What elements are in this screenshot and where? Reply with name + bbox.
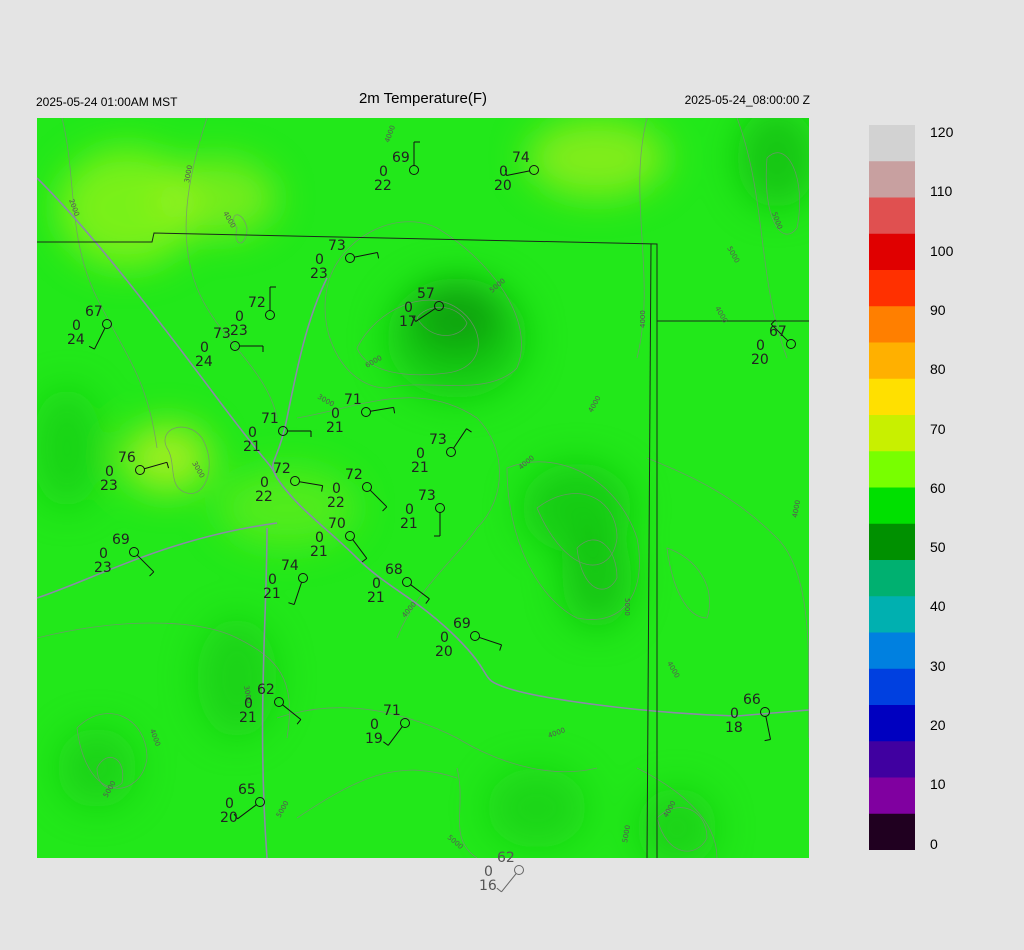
station-dewpoint: 21: [310, 544, 328, 560]
colorbar-segment: [869, 813, 915, 850]
colorbar-segment: [869, 632, 915, 670]
station-temp: 70: [328, 516, 346, 532]
station-dewpoint: 21: [263, 586, 281, 602]
colorbar-tick-label: 110: [930, 183, 953, 200]
colorbar-segment: [869, 451, 915, 488]
colorbar-segment: [869, 777, 915, 815]
contour-label: 4000: [639, 310, 647, 328]
station-temp: 72: [345, 467, 363, 483]
station-temp: 73: [213, 326, 231, 342]
colorbar-segment: [869, 161, 915, 198]
station-dewpoint: 23: [310, 266, 328, 282]
station-dewpoint: 21: [239, 710, 257, 726]
colorbar-segment: [869, 560, 915, 597]
station-dewpoint: 21: [367, 590, 385, 606]
colorbar-segment: [869, 741, 915, 778]
station-dewpoint: 23: [100, 478, 118, 494]
temperature-colorbar: [869, 125, 915, 850]
station-dewpoint: 20: [494, 178, 512, 194]
colorbar-tick-label: 20: [930, 717, 946, 733]
station-temp: 69: [392, 150, 410, 166]
station-temp: 73: [328, 238, 346, 254]
station-temp: 73: [429, 432, 447, 448]
station-temp: 74: [512, 150, 530, 166]
colorbar-segment: [869, 197, 915, 235]
station-temp: 69: [112, 532, 130, 548]
station-dewpoint: 20: [220, 810, 238, 826]
station-temp: 67: [85, 304, 103, 320]
station-dewpoint: 20: [751, 352, 769, 368]
station-dewpoint: 23: [230, 323, 248, 339]
colorbar-segment: [869, 233, 915, 271]
station-dewpoint: 22: [255, 489, 273, 505]
colorbar-segment: [869, 596, 915, 633]
colorbar-tick-label: 90: [930, 301, 946, 318]
station-temp: 62: [497, 850, 515, 866]
station-dewpoint: 21: [326, 420, 344, 436]
wind-barb-flag: [496, 887, 502, 893]
colorbar-tick-label: 120: [930, 124, 954, 140]
station-temp: 71: [383, 703, 401, 719]
colorbar-segment: [869, 415, 915, 452]
station-dewpoint: 24: [67, 332, 85, 348]
station-dewpoint: 21: [243, 439, 261, 455]
station-dewpoint: 24: [195, 354, 213, 370]
station-temp: 68: [385, 562, 403, 578]
colorbar-segment: [869, 342, 915, 380]
colorbar-tick-label: 10: [930, 776, 946, 793]
colorbar-tick-label: 80: [930, 361, 946, 378]
station-dewpoint: 18: [725, 720, 743, 736]
station-temp: 71: [344, 392, 362, 408]
station-dewpoint: 21: [411, 460, 429, 476]
station-temp: 76: [118, 450, 136, 466]
station-temp: 69: [453, 616, 471, 632]
colorbar-segment: [869, 523, 915, 561]
colorbar-segment: [869, 306, 915, 343]
colorbar-tick-label: 0: [930, 835, 938, 852]
colorbar-segment: [869, 487, 915, 525]
station-dewpoint: 22: [374, 178, 392, 194]
station-circle: [514, 865, 524, 875]
station-temp: 74: [281, 558, 299, 574]
colorbar-tick-label: 50: [930, 539, 946, 556]
colorbar-segment: [869, 378, 915, 416]
station-temp: 65: [238, 782, 256, 798]
station-dewpoint: 19: [365, 731, 383, 747]
colorbar-segment: [869, 125, 915, 162]
colorbar-tick-label: 40: [930, 598, 946, 615]
station-temp: 72: [248, 295, 266, 311]
valid-time-label: 2025-05-24_08:00:00 Z: [684, 93, 810, 107]
station-temp: 71: [261, 411, 279, 427]
colorbar-tick-label: 70: [930, 420, 946, 437]
wind-barb: [501, 873, 517, 893]
station-dewpoint: 23: [94, 560, 112, 576]
contour-label: 5000: [623, 598, 631, 616]
station-temp: 67: [769, 324, 787, 340]
colorbar-tick-label: 60: [930, 479, 946, 496]
station-temp: 66: [743, 692, 761, 708]
station-dewpoint: 21: [400, 516, 418, 532]
station-temp: 62: [257, 682, 275, 698]
station-dewpoint: 17: [399, 314, 417, 330]
colorbar-tick-label: 100: [930, 242, 954, 259]
station-dewpoint: 20: [435, 644, 453, 660]
temperature-map: 2000 3000 4000 4000 5000 6000 3000 4000 …: [37, 118, 809, 894]
colorbar-segment: [869, 270, 915, 307]
colorbar-segment: [869, 668, 915, 706]
station-temp: 57: [417, 286, 435, 302]
colorbar-segment: [869, 705, 915, 742]
station-temp: 72: [273, 461, 291, 477]
station-dewpoint: 22: [327, 495, 345, 511]
colorbar-tick-label: 30: [930, 657, 946, 674]
station-dewpoint: 16: [479, 878, 497, 894]
station-temp: 73: [418, 488, 436, 504]
